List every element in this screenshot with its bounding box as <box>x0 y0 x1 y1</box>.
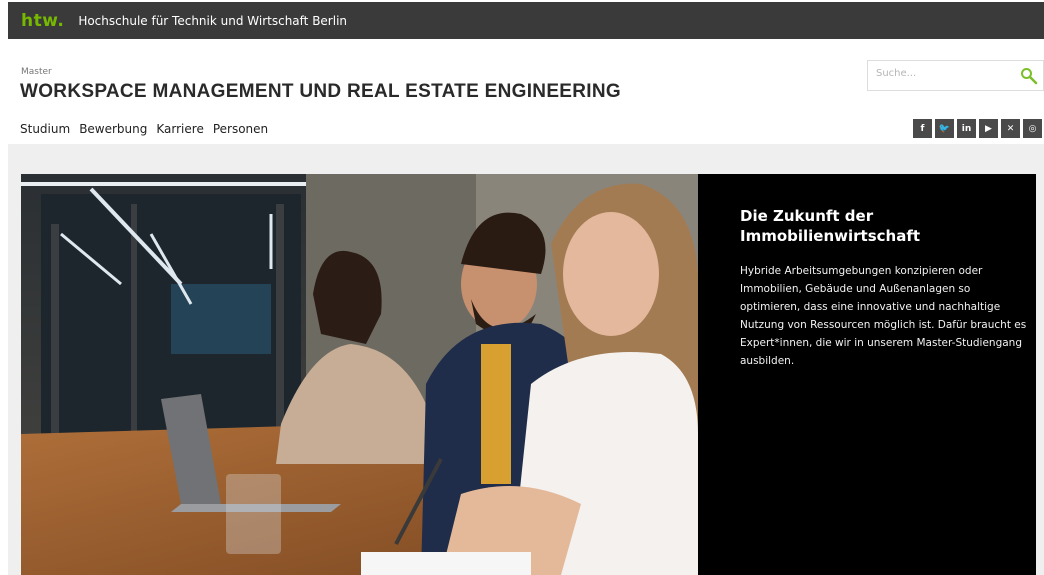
search-box <box>867 60 1044 91</box>
hero-photo <box>21 174 698 575</box>
search-icon[interactable] <box>1019 66 1039 86</box>
page-title: WORKSPACE MANAGEMENT UND REAL ESTATE ENG… <box>20 81 621 102</box>
hero-text-panel: Die Zukunft der Immobilienwirtschaft Hyb… <box>698 174 1036 575</box>
hero-section: Die Zukunft der Immobilienwirtschaft Hyb… <box>21 174 1036 575</box>
institution-bar: htw. Hochschule für Technik und Wirtscha… <box>8 2 1044 39</box>
htw-logo[interactable]: htw. <box>21 11 64 31</box>
nav-item-personen[interactable]: Personen <box>213 122 268 136</box>
facebook-icon[interactable]: f <box>913 119 932 138</box>
xing-icon[interactable]: ✕ <box>1001 119 1020 138</box>
linkedin-icon[interactable]: in <box>957 119 976 138</box>
twitter-icon[interactable]: 🐦 <box>935 119 954 138</box>
nav-item-bewerbung[interactable]: Bewerbung <box>79 122 147 136</box>
instagram-icon[interactable]: ◎ <box>1023 119 1042 138</box>
search-input[interactable] <box>874 67 1018 80</box>
nav-item-studium[interactable]: Studium <box>20 122 70 136</box>
main-nav: Studium Bewerbung Karriere Personen <box>20 122 277 136</box>
youtube-icon[interactable]: ▶ <box>979 119 998 138</box>
institution-name[interactable]: Hochschule für Technik und Wirtschaft Be… <box>78 14 347 28</box>
hero-heading: Die Zukunft der Immobilienwirtschaft <box>740 207 921 245</box>
office-meeting-illustration <box>21 174 698 575</box>
program-header: Master WORKSPACE MANAGEMENT UND REAL EST… <box>8 39 1044 144</box>
page-left-margin <box>0 0 8 575</box>
nav-item-karriere[interactable]: Karriere <box>156 122 203 136</box>
program-type: Master <box>21 67 52 77</box>
hero-description: Hybride Arbeitsumgebungen konzipieren od… <box>740 265 1027 367</box>
social-links: f 🐦 in ▶ ✕ ◎ <box>913 119 1042 138</box>
